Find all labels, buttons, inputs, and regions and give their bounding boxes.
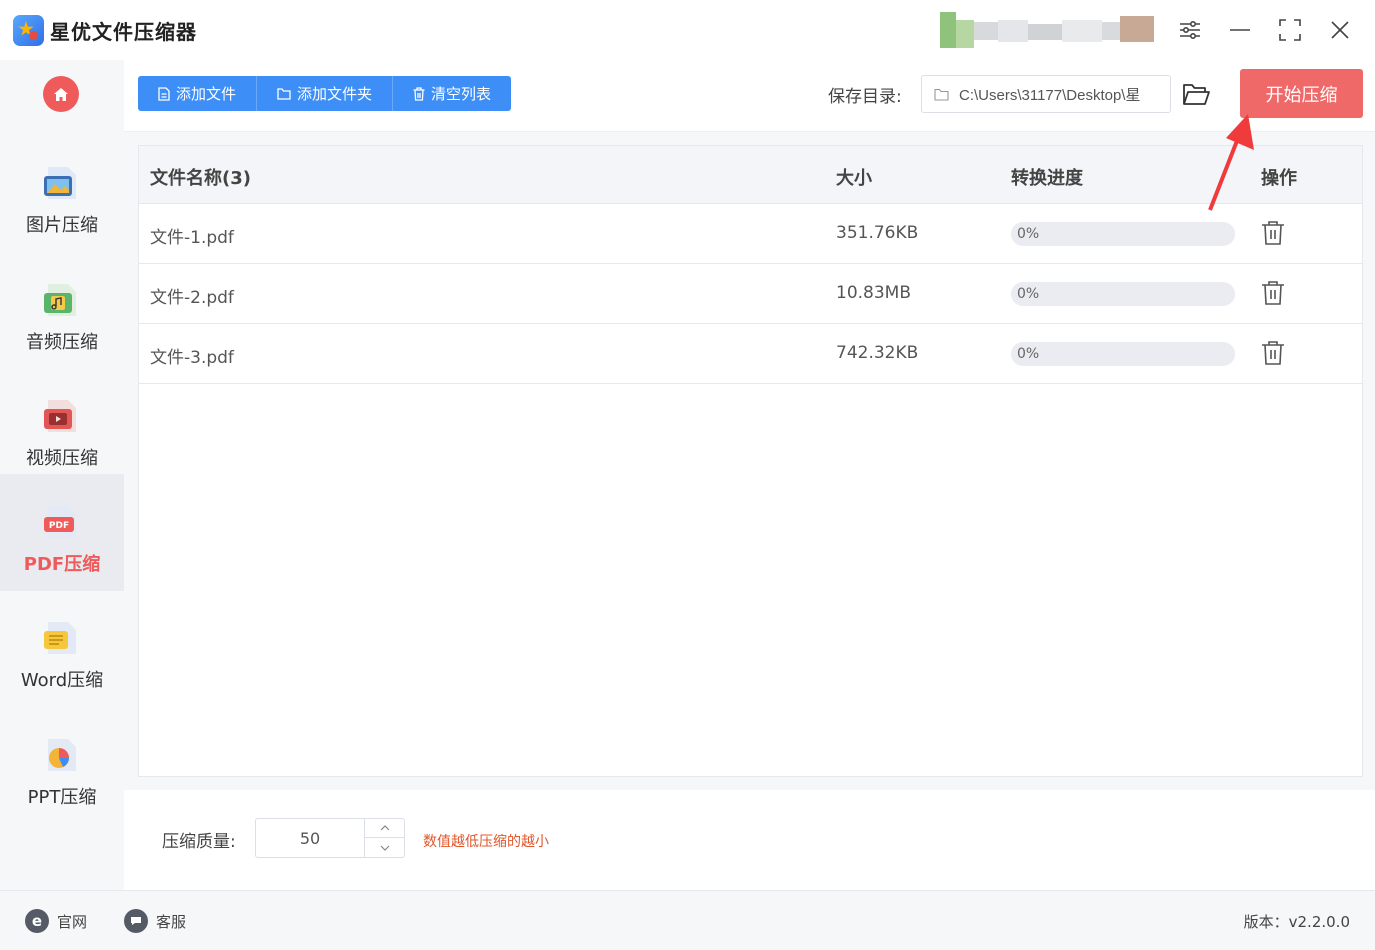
document-icon <box>158 86 170 101</box>
user-avatar-blurred[interactable] <box>938 12 1156 48</box>
quality-value[interactable]: 50 <box>256 829 364 848</box>
open-folder-icon[interactable] <box>1181 79 1211 109</box>
browser-e-icon: e <box>25 909 49 933</box>
pdf-file-icon: PDF <box>44 506 76 538</box>
add-file-button[interactable]: 添加文件 <box>138 76 258 111</box>
sidebar-item-label: 视频压缩 <box>26 448 98 469</box>
save-dir-field[interactable] <box>921 75 1171 113</box>
column-header-progress: 转换进度 <box>1011 168 1083 189</box>
folder-icon <box>277 87 291 100</box>
sidebar-item-label: 图片压缩 <box>26 215 98 236</box>
fullscreen-icon[interactable] <box>1276 16 1304 44</box>
home-button[interactable] <box>43 76 79 112</box>
app-title: 星优文件压缩器 <box>50 20 197 44</box>
support-link[interactable]: 客服 <box>124 909 186 933</box>
quality-stepper[interactable]: 50 <box>255 818 405 858</box>
progress-text: 0% <box>1017 226 1040 242</box>
sidebar-item-label: PDF压缩 <box>23 554 101 575</box>
main-panel: 添加文件 添加文件夹 清空列表 保存目录: 开始压缩 文件名称(3) 大小 转换… <box>124 60 1375 890</box>
file-size: 351.76KB <box>836 223 919 243</box>
add-folder-label: 添加文件夹 <box>297 85 373 103</box>
save-dir-input[interactable] <box>959 85 1164 103</box>
start-compress-button[interactable]: 开始压缩 <box>1240 69 1363 118</box>
quality-panel: 压缩质量: 50 数值越低压缩的越小 <box>124 790 1375 890</box>
file-name: 文件-1.pdf <box>150 228 234 248</box>
file-action-group: 添加文件 添加文件夹 清空列表 <box>138 76 512 111</box>
video-file-icon <box>44 400 76 432</box>
sidebar-item-video[interactable]: 视频压缩 <box>0 368 124 485</box>
quality-label: 压缩质量: <box>162 832 236 852</box>
increment-button[interactable] <box>365 819 404 838</box>
save-dir-label: 保存目录: <box>828 87 902 107</box>
website-label: 官网 <box>57 912 88 931</box>
sidebar-item-pdf[interactable]: PDF PDF压缩 <box>0 474 124 591</box>
sidebar-item-word[interactable]: Word压缩 <box>0 590 124 707</box>
progress-bar: 0% <box>1011 282 1235 306</box>
delete-icon[interactable] <box>1261 340 1285 366</box>
progress-bar: 0% <box>1011 222 1235 246</box>
app-logo <box>13 15 44 46</box>
audio-file-icon <box>44 284 76 316</box>
file-name: 文件-2.pdf <box>150 288 234 308</box>
ppt-file-icon <box>48 739 76 771</box>
add-folder-button[interactable]: 添加文件夹 <box>257 76 394 111</box>
add-file-label: 添加文件 <box>176 85 237 103</box>
table-row[interactable]: 文件-3.pdf 742.32KB 0% <box>139 324 1362 384</box>
website-link[interactable]: e 官网 <box>25 909 87 933</box>
clear-list-button[interactable]: 清空列表 <box>393 76 512 111</box>
sidebar: 图片压缩 音频压缩 视频压缩 PDF PDF压缩 Word压缩 PPT压缩 <box>0 60 124 890</box>
decrement-button[interactable] <box>365 838 404 857</box>
support-label: 客服 <box>156 912 187 931</box>
progress-text: 0% <box>1017 286 1040 302</box>
column-header-name: 文件名称(3) <box>150 168 251 189</box>
file-size: 742.32KB <box>836 343 919 363</box>
quality-hint: 数值越低压缩的越小 <box>423 834 549 850</box>
chat-bubble-icon <box>124 909 148 933</box>
file-table: 文件名称(3) 大小 转换进度 操作 文件-1.pdf 351.76KB 0% … <box>138 145 1363 777</box>
sidebar-item-label: PPT压缩 <box>27 787 97 808</box>
version-text: 版本：v2.2.0.0 <box>1243 913 1350 931</box>
delete-icon[interactable] <box>1261 280 1285 306</box>
sidebar-item-label: 音频压缩 <box>26 332 98 353</box>
table-row[interactable]: 文件-1.pdf 351.76KB 0% <box>139 204 1362 264</box>
column-header-action: 操作 <box>1261 168 1297 189</box>
footer: e 官网 客服 版本：v2.2.0.0 <box>0 890 1375 950</box>
folder-outline-icon <box>934 88 949 101</box>
file-size: 10.83MB <box>836 283 911 303</box>
sidebar-item-audio[interactable]: 音频压缩 <box>0 252 124 369</box>
table-row[interactable]: 文件-2.pdf 10.83MB 0% <box>139 264 1362 324</box>
image-file-icon <box>44 167 76 199</box>
delete-icon[interactable] <box>1261 220 1285 246</box>
chevron-up-icon <box>380 825 389 831</box>
progress-text: 0% <box>1017 346 1040 362</box>
chevron-down-icon <box>380 845 389 851</box>
close-icon[interactable] <box>1326 16 1354 44</box>
sidebar-item-ppt[interactable]: PPT压缩 <box>0 707 124 824</box>
quality-spin-buttons <box>364 819 404 857</box>
sidebar-item-label: Word压缩 <box>20 670 104 691</box>
column-header-size: 大小 <box>836 168 872 189</box>
settings-sliders-icon[interactable] <box>1176 16 1204 44</box>
clear-list-label: 清空列表 <box>431 85 492 103</box>
table-header: 文件名称(3) 大小 转换进度 操作 <box>139 146 1362 204</box>
sidebar-item-image[interactable]: 图片压缩 <box>0 135 124 252</box>
title-bar: 星优文件压缩器 <box>0 0 1375 60</box>
word-file-icon <box>44 622 76 654</box>
trash-icon <box>413 86 425 101</box>
file-name: 文件-3.pdf <box>150 348 234 368</box>
svg-text:PDF: PDF <box>49 521 69 531</box>
home-icon <box>54 87 68 101</box>
progress-bar: 0% <box>1011 342 1235 366</box>
toolbar: 添加文件 添加文件夹 清空列表 保存目录: 开始压缩 <box>124 60 1375 132</box>
minimize-icon[interactable] <box>1226 16 1254 44</box>
